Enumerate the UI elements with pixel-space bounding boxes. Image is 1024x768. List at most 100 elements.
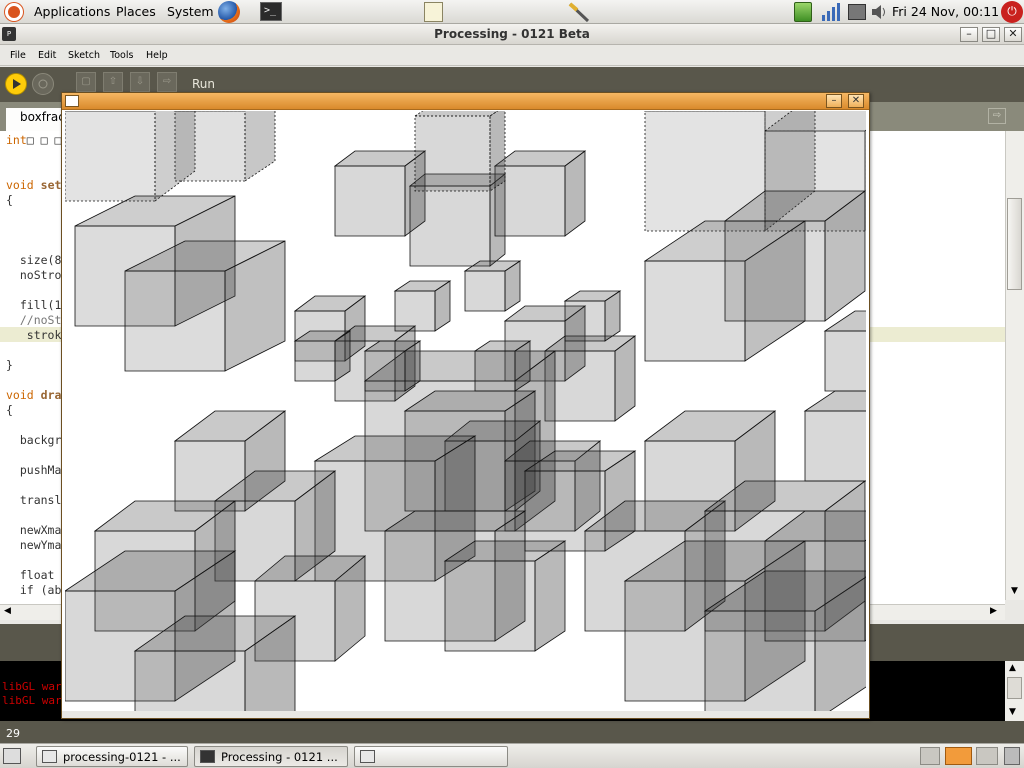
code-line: if (ab [6,583,62,597]
volume-icon[interactable] [870,2,888,22]
workspace-switcher-2[interactable] [945,747,972,765]
fractal-cube [443,540,567,652]
applications-menu[interactable]: Applications [34,4,110,19]
minimize-button[interactable]: – [960,27,978,42]
battery-icon[interactable] [794,2,812,22]
sketch-window-icon [65,95,79,107]
maximize-button[interactable]: □ [982,27,1000,42]
code-line: strok [6,328,62,342]
fractal-cube [803,390,866,482]
code-line: newXma [6,523,62,537]
scroll-left-arrow-icon[interactable]: ◀ [4,606,11,616]
places-menu[interactable]: Places [116,4,156,19]
menu-tools[interactable]: Tools [110,50,133,61]
top-panel: Applications Places System >_ Fri 24 Nov… [0,0,1024,24]
tab-menu-arrow-icon[interactable]: ⇨ [988,108,1006,124]
code-line: void dra [6,388,62,402]
code-line: noStro [6,268,62,282]
scroll-down-arrow-icon[interactable]: ▼ [1007,586,1022,600]
window-icon [360,750,375,763]
task-processing-terminal[interactable]: processing-0121 - ... [36,746,188,767]
menu-help[interactable]: Help [146,50,168,61]
terminal-icon[interactable]: >_ [260,2,282,21]
sketch-minimize-button[interactable]: – [826,94,842,108]
system-menu[interactable]: System [167,4,214,19]
menu-edit[interactable]: Edit [38,50,56,61]
menu-bar: File Edit Sketch Tools Help [0,46,1024,66]
fractal-cube [543,335,637,422]
console-scroll-thumb[interactable] [1007,677,1022,699]
workspace-switcher-1[interactable] [920,747,940,765]
power-icon[interactable]: ⏻ [1001,1,1023,23]
text-editor-icon[interactable] [424,2,443,22]
task-label: Processing - 0121 ... [221,750,338,764]
fractal-cube [293,330,352,382]
sketch-canvas [65,111,866,711]
code-line: transl [6,493,62,507]
code-line: pushMa [6,463,62,477]
console-scrollbar[interactable]: ▲ ▼ [1005,661,1024,721]
clock[interactable]: Fri 24 Nov, 00:11 [892,4,999,19]
code-line: } [6,358,13,372]
task-processing-ide[interactable]: Processing - 0121 ... [194,746,348,767]
menu-sketch[interactable]: Sketch [68,50,100,61]
ubuntu-logo-icon[interactable] [5,3,23,21]
task-sketch-window[interactable] [354,746,508,767]
window-title: Processing - 0121 Beta [434,27,590,41]
sketch-window-title-bar[interactable]: – ✕ [62,93,869,110]
fractal-cube [493,150,587,237]
tab-sketch[interactable]: boxfrac [6,108,66,131]
network-tool-icon[interactable] [567,1,591,23]
sketch-output-window[interactable]: – ✕ [61,92,870,719]
close-button[interactable]: ✕ [1004,27,1022,42]
run-button[interactable] [5,73,27,95]
code-line: //noSt [6,313,62,327]
code-line: { [6,403,13,417]
fractal-cube [763,510,866,642]
code-line: fill(1 [6,298,62,312]
processing-app-icon [200,750,215,763]
open-sketch-button[interactable]: ⇧ [103,72,123,92]
new-sketch-button[interactable]: ▢ [76,72,96,92]
run-label: Run [192,77,216,91]
workspace-switcher-3[interactable] [976,747,998,765]
code-line: backgr [6,433,62,447]
code-line: { [6,193,13,207]
export-sketch-button[interactable]: ⇨ [157,72,177,92]
stop-button[interactable] [32,73,54,95]
fractal-cube [563,290,622,342]
signal-icon[interactable] [820,2,842,22]
code-line: int□ □ □ [6,133,62,147]
fractal-cube [124,240,286,372]
sketch-window-bottom-border [62,711,869,718]
fractal-cube [463,260,522,312]
firefox-icon[interactable] [218,1,240,23]
task-label: processing-0121 - ... [63,750,181,764]
window-title-bar[interactable]: P Processing - 0121 Beta – □ ✕ [0,24,1024,45]
line-number-status: 29 [0,721,1024,743]
fractal-cube [413,111,506,192]
fractal-cube [363,340,422,392]
box-fractal-render [65,111,866,711]
code-line: newYma [6,538,62,552]
menu-file[interactable]: File [10,50,26,61]
code-line: size(8 [6,253,62,267]
fractal-cube [173,111,276,182]
code-line: float [6,568,62,582]
editor-scroll-thumb[interactable] [1007,198,1022,290]
fractal-cube [473,340,532,392]
fractal-cube [823,310,866,392]
show-desktop-icon[interactable] [3,748,21,764]
console-scroll-up-icon[interactable]: ▲ [1009,663,1016,673]
console-scroll-down-icon[interactable]: ▼ [1009,707,1016,717]
save-sketch-button[interactable]: ⇩ [130,72,150,92]
fractal-cube [723,190,866,322]
fractal-cube [393,280,452,332]
scroll-right-arrow-icon[interactable]: ▶ [990,606,997,616]
trash-icon[interactable] [1004,747,1020,765]
sketch-close-button[interactable]: ✕ [848,94,864,108]
code-line: void set [6,178,62,192]
network-icon[interactable] [848,4,866,20]
taskbar: processing-0121 - ... Processing - 0121 … [0,743,1024,768]
file-manager-icon [42,750,57,763]
